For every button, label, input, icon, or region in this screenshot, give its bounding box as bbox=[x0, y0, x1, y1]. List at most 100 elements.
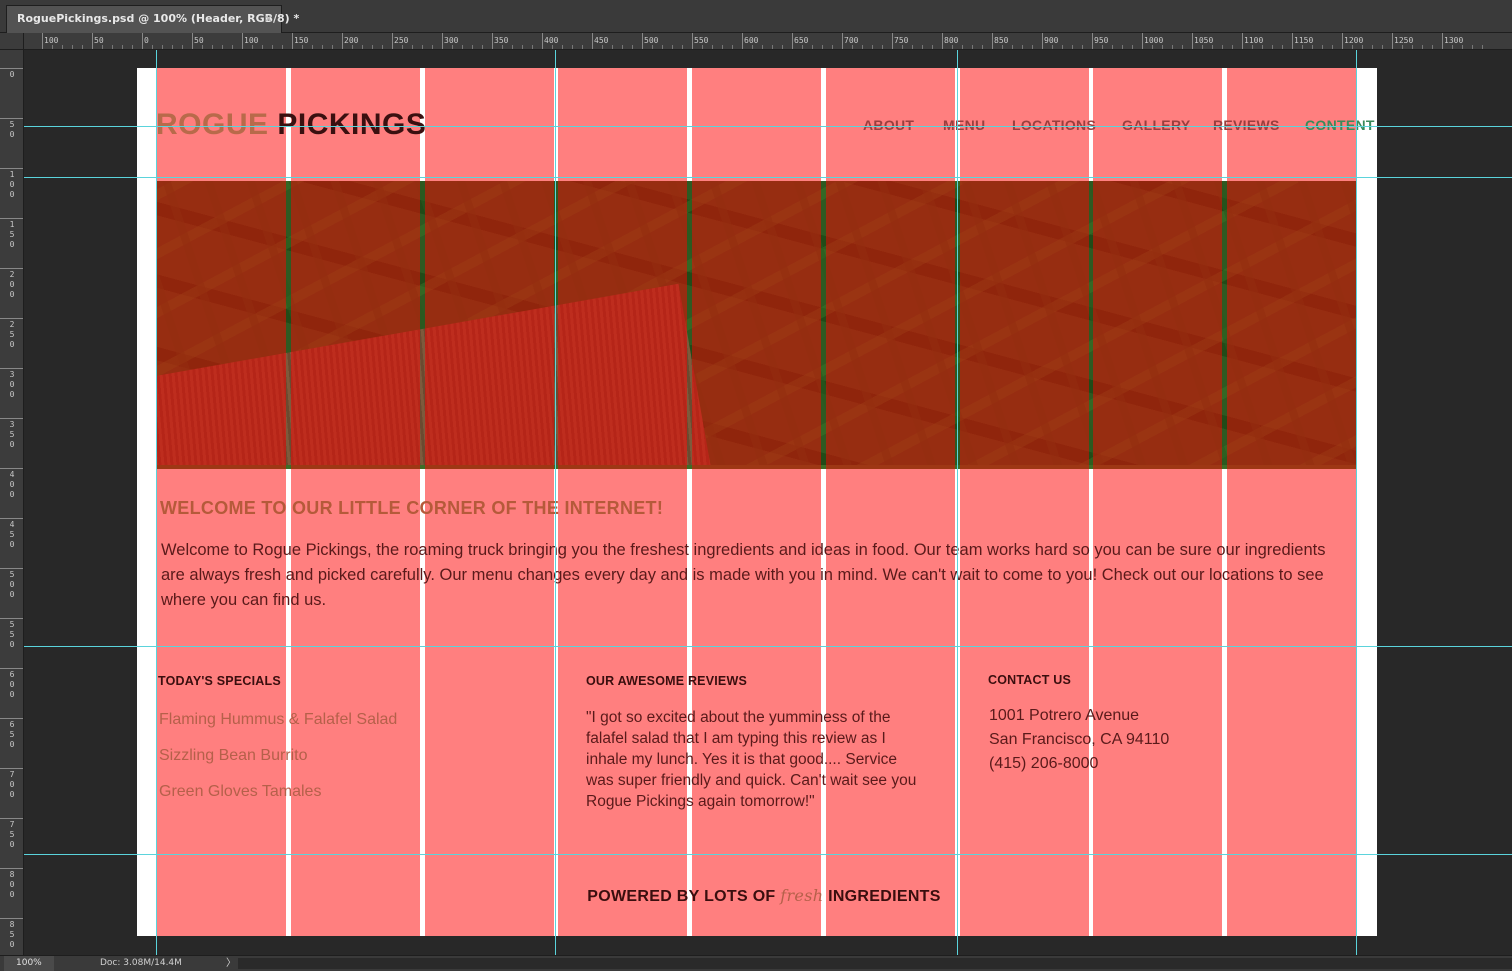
ruler-minor-tick bbox=[912, 45, 913, 49]
ruler-tick bbox=[1042, 33, 1043, 49]
ruler-minor-tick bbox=[762, 45, 763, 49]
ruler-label: 650 bbox=[794, 36, 809, 45]
ruler-minor-tick bbox=[1402, 45, 1403, 49]
contact-heading: CONTACT US bbox=[988, 673, 1072, 687]
ruler-minor-tick bbox=[152, 45, 153, 49]
ruler-minor-tick bbox=[932, 45, 933, 49]
ruler-minor-tick bbox=[732, 45, 733, 49]
ruler-minor-tick bbox=[672, 45, 673, 49]
nav-item-menu[interactable]: MENU bbox=[943, 117, 985, 133]
footer-text-after: INGREDIENTS bbox=[823, 888, 941, 905]
guide-horizontal[interactable] bbox=[24, 854, 1512, 855]
document-tab[interactable]: RoguePickings.psd @ 100% (Header, RGB/8)… bbox=[6, 5, 299, 33]
ruler-label: 600 bbox=[744, 36, 759, 45]
nav-item-reviews[interactable]: REVIEWS bbox=[1213, 117, 1280, 133]
contact-phone[interactable]: (415) 206-8000 bbox=[989, 752, 1169, 776]
guide-horizontal[interactable] bbox=[24, 177, 1512, 178]
ruler-tick bbox=[0, 168, 23, 169]
ruler-minor-tick bbox=[652, 45, 653, 49]
ruler-minor-tick bbox=[362, 45, 363, 49]
ruler-minor-tick bbox=[252, 45, 253, 49]
ruler-minor-tick bbox=[882, 45, 883, 49]
ruler-minor-tick bbox=[1182, 45, 1183, 49]
ruler-minor-tick bbox=[52, 45, 53, 49]
site-logo[interactable]: ROGUE PICKINGS bbox=[156, 108, 426, 142]
ruler-label: 550 bbox=[9, 620, 15, 649]
ruler-minor-tick bbox=[172, 45, 173, 49]
nav-item-about[interactable]: ABOUT bbox=[863, 117, 914, 133]
ruler-minor-tick bbox=[1432, 45, 1433, 49]
ruler-tick bbox=[1142, 33, 1143, 49]
ruler-minor-tick bbox=[1222, 45, 1223, 49]
nav-item-content[interactable]: CONTENT bbox=[1305, 117, 1375, 133]
horizontal-scrollbar[interactable] bbox=[238, 958, 1512, 969]
guide-vertical[interactable] bbox=[957, 50, 958, 955]
ruler-minor-tick bbox=[1102, 45, 1103, 49]
ruler-minor-tick bbox=[1312, 45, 1313, 49]
ruler-label: 200 bbox=[9, 270, 15, 299]
ruler-label: 1300 bbox=[1444, 36, 1464, 45]
ruler-label: 100 bbox=[9, 170, 15, 199]
ruler-tick bbox=[242, 33, 243, 49]
nav-item-gallery[interactable]: GALLERY bbox=[1122, 117, 1190, 133]
footer-text-before: POWERED BY LOTS OF bbox=[587, 888, 781, 905]
ruler-minor-tick bbox=[1152, 45, 1153, 49]
ruler-minor-tick bbox=[462, 45, 463, 49]
ruler-tick bbox=[0, 218, 23, 219]
ruler-label: 700 bbox=[844, 36, 859, 45]
ruler-minor-tick bbox=[182, 45, 183, 49]
ruler-minor-tick bbox=[812, 45, 813, 49]
ruler-label: 550 bbox=[694, 36, 709, 45]
ruler-label: 650 bbox=[9, 720, 15, 749]
artboard[interactable]: ROGUE PICKINGS ABOUT MENU LOCATIONS GALL… bbox=[137, 68, 1377, 936]
ruler-label: 50 bbox=[194, 36, 204, 45]
chevron-right-icon[interactable]: 〉 bbox=[226, 956, 236, 971]
guide-horizontal[interactable] bbox=[24, 126, 1512, 127]
ruler-minor-tick bbox=[752, 45, 753, 49]
special-item[interactable]: Flaming Hummus & Falafel Salad bbox=[159, 711, 397, 729]
ruler-label: 950 bbox=[1094, 36, 1109, 45]
ruler-label: 250 bbox=[9, 320, 15, 349]
ruler-tick bbox=[0, 418, 23, 419]
nav-item-locations[interactable]: LOCATIONS bbox=[1012, 117, 1096, 133]
ruler-minor-tick bbox=[502, 45, 503, 49]
ruler-minor-tick bbox=[102, 45, 103, 49]
ruler-label: 800 bbox=[9, 870, 15, 899]
ruler-minor-tick bbox=[232, 45, 233, 49]
vertical-ruler[interactable]: 0 50 100 150 200 250 300 350 400 450 500 550 600 650 7… bbox=[0, 33, 24, 955]
ruler-minor-tick bbox=[1052, 45, 1053, 49]
ruler-minor-tick bbox=[372, 45, 373, 49]
ruler-minor-tick bbox=[202, 45, 203, 49]
ruler-label: 750 bbox=[894, 36, 909, 45]
ruler-minor-tick bbox=[262, 45, 263, 49]
ruler-minor-tick bbox=[572, 45, 573, 49]
ruler-minor-tick bbox=[332, 45, 333, 49]
ruler-minor-tick bbox=[712, 45, 713, 49]
horizontal-ruler[interactable]: 100 50 0 50 100 150 200 250 300 350 400 450 500 550 60… bbox=[24, 33, 1512, 50]
ruler-tick bbox=[292, 33, 293, 49]
document-size-info: Doc: 3.08M/14.4M bbox=[100, 958, 182, 968]
welcome-paragraph: Welcome to Rogue Pickings, the roaming t… bbox=[161, 541, 1326, 609]
ruler-tick bbox=[492, 33, 493, 49]
special-item[interactable]: Sizzling Bean Burrito bbox=[159, 747, 308, 765]
ruler-minor-tick bbox=[1372, 45, 1373, 49]
page-content: ROGUE PICKINGS ABOUT MENU LOCATIONS GALL… bbox=[137, 68, 1377, 936]
zoom-level[interactable]: 100% bbox=[4, 956, 54, 971]
guide-vertical[interactable] bbox=[156, 50, 157, 955]
ruler-tick bbox=[0, 918, 23, 919]
ruler-label: 250 bbox=[394, 36, 409, 45]
special-item[interactable]: Green Gloves Tamales bbox=[159, 783, 321, 801]
ruler-minor-tick bbox=[562, 45, 563, 49]
ruler-label: 450 bbox=[9, 520, 15, 549]
close-icon[interactable]: × bbox=[264, 6, 273, 32]
ruler-corner[interactable] bbox=[0, 33, 24, 50]
guide-horizontal[interactable] bbox=[24, 646, 1512, 647]
guide-vertical[interactable] bbox=[1356, 50, 1357, 955]
ruler-label: 0 bbox=[9, 70, 15, 79]
ruler-minor-tick bbox=[532, 45, 533, 49]
ruler-tick bbox=[392, 33, 393, 49]
ruler-label: 500 bbox=[644, 36, 659, 45]
ruler-minor-tick bbox=[982, 45, 983, 49]
ruler-minor-tick bbox=[632, 45, 633, 49]
guide-vertical[interactable] bbox=[555, 50, 556, 955]
